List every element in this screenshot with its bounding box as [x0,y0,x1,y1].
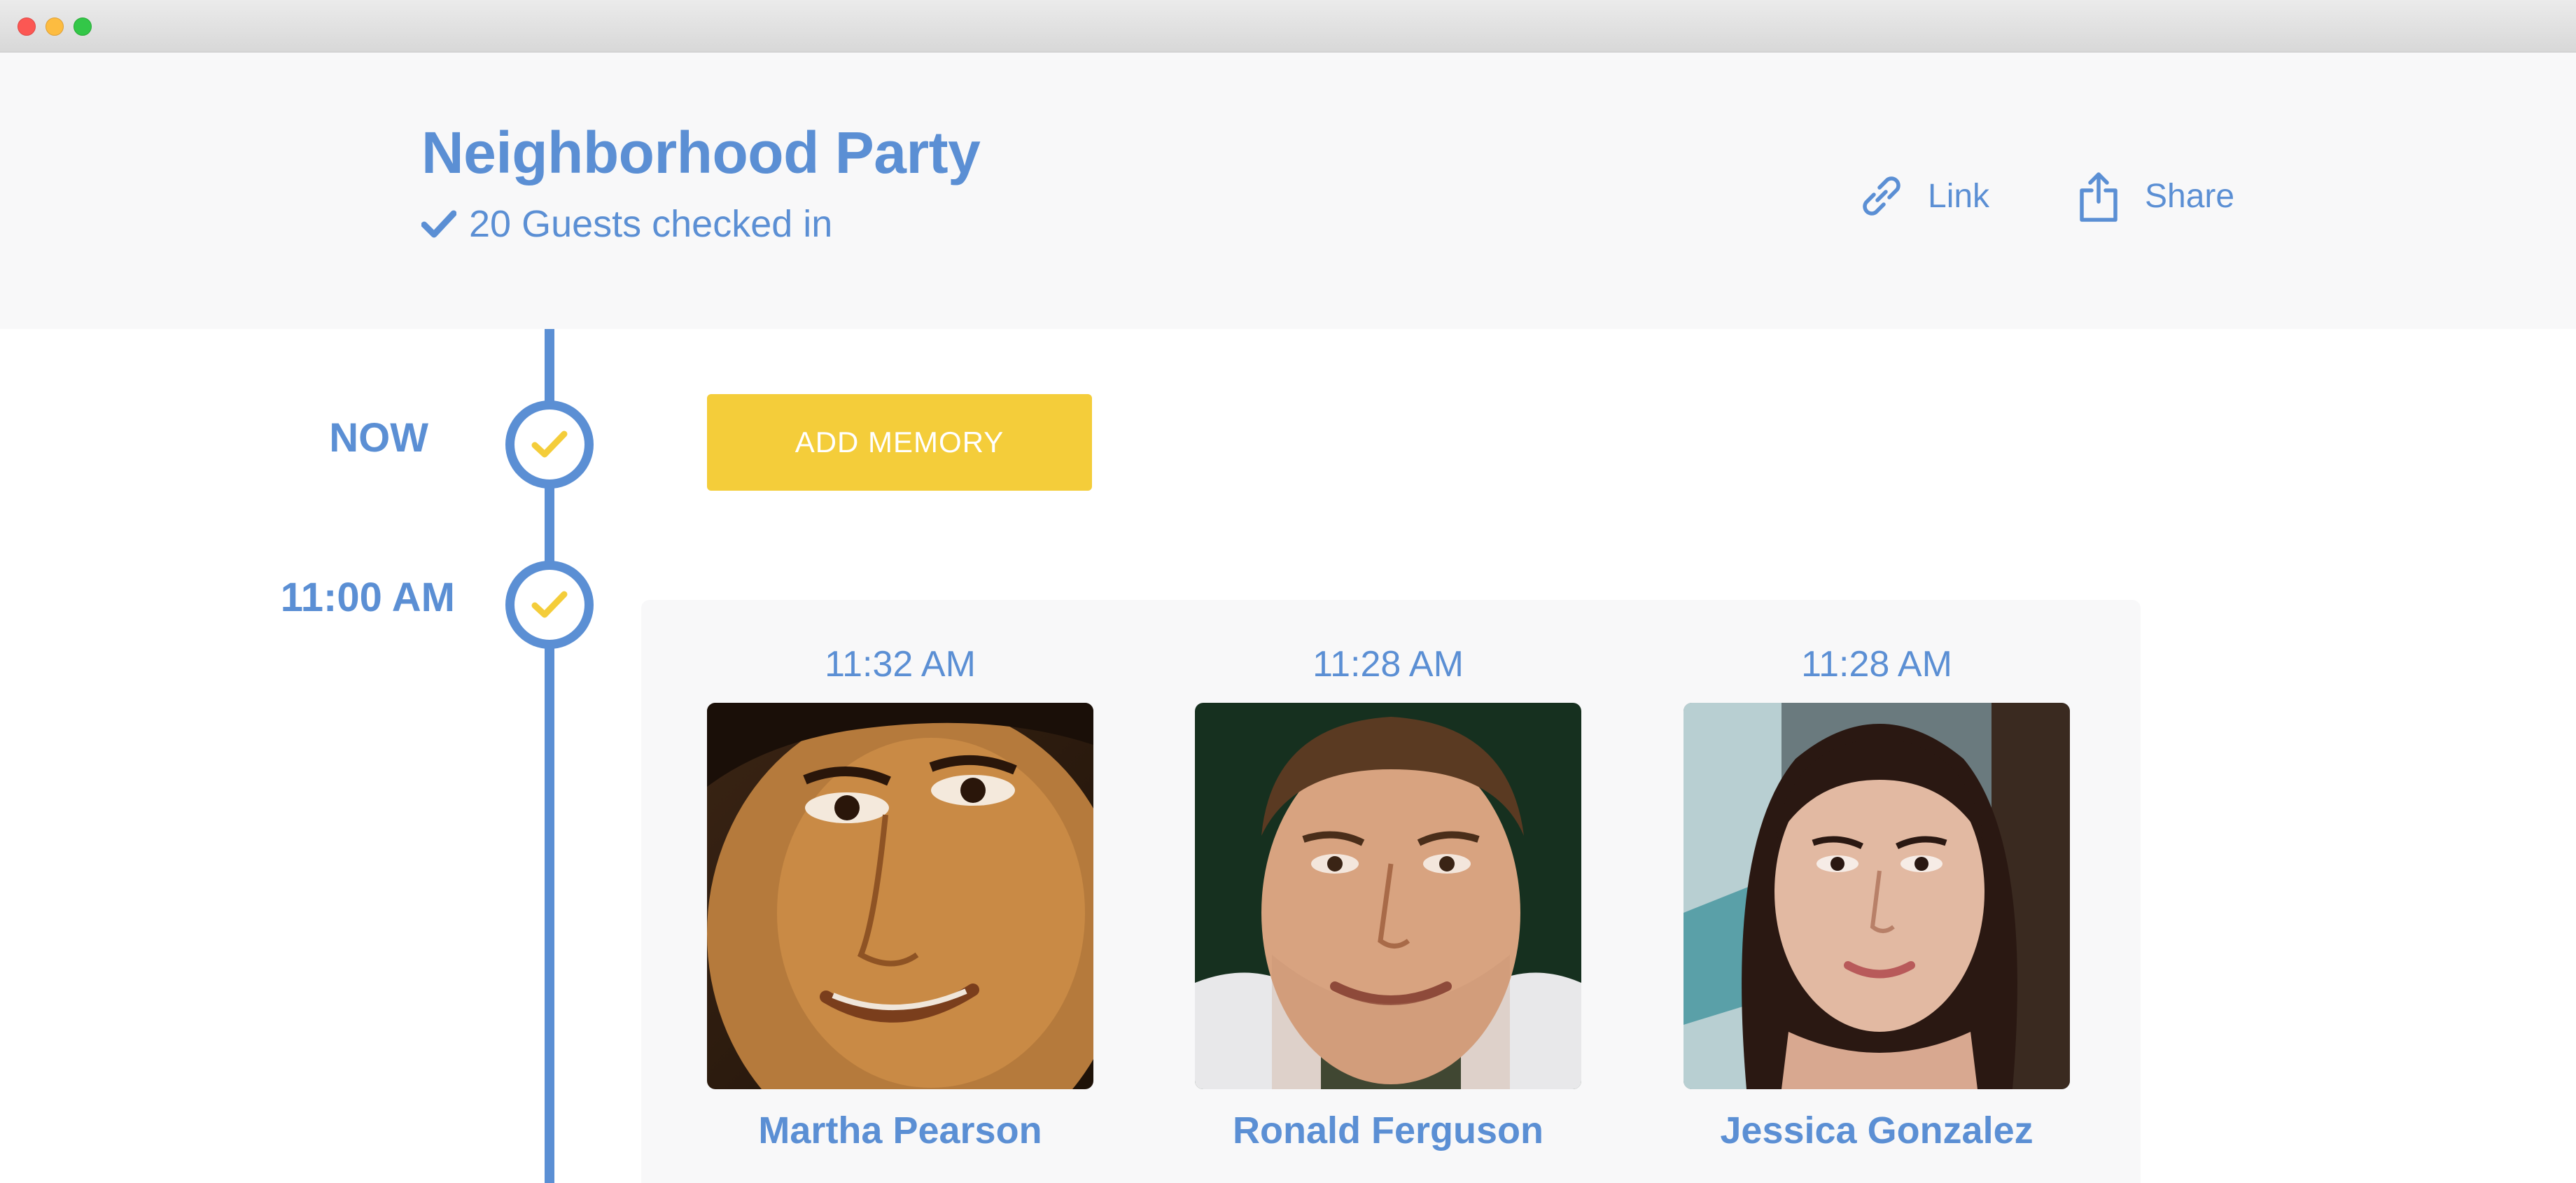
memory-photo[interactable] [1684,703,2070,1089]
timeline-label-slot: 11:00 AM [280,575,455,620]
timeline-check-icon [531,430,568,458]
event-header: Neighborhood Party 20 Guests checked in … [0,52,2576,329]
checked-in-status: 20 Guests checked in [421,200,832,248]
memory-photo[interactable] [707,703,1093,1089]
memory-person-name[interactable]: Martha Pearson [679,1109,1121,1152]
portrait-photo [1684,703,2070,1089]
add-memory-button[interactable]: ADD MEMORY [707,394,1092,491]
memory-time: 11:28 AM [1312,644,1464,685]
event-title: Neighborhood Party [421,120,981,186]
link-icon [1863,176,1900,216]
portrait-photo [1195,703,1581,1089]
link-button[interactable]: Link [1854,164,1989,227]
link-label: Link [1928,177,1990,215]
memory-person-name[interactable]: Ronald Ferguson [1167,1109,1609,1152]
timeline-check-icon [531,591,568,618]
portrait-photo [707,703,1093,1089]
share-icon [2080,172,2118,222]
timeline-node-slot [505,561,594,649]
close-window-button[interactable] [18,18,36,36]
memory-time: 11:28 AM [1801,644,1952,685]
timeline-label-now: NOW [329,415,428,461]
checked-in-count: 20 Guests checked in [469,203,833,245]
memory-time: 11:32 AM [825,644,976,685]
share-label: Share [2145,177,2235,215]
memory-photo[interactable] [1195,703,1581,1089]
memory-person-name[interactable]: Jessica Gonzalez [1656,1109,2098,1152]
minimize-window-button[interactable] [46,18,64,36]
window-titlebar [0,0,2576,52]
memory-card: 11:32 AM Martha Pearson 11:28 AM Ronald … [641,600,2141,1183]
timeline-node-now [505,400,594,489]
check-icon [421,210,456,238]
share-button[interactable]: Share [2071,164,2234,227]
app-window: Neighborhood Party 20 Guests checked in … [0,0,2576,1183]
maximize-window-button[interactable] [74,18,92,36]
